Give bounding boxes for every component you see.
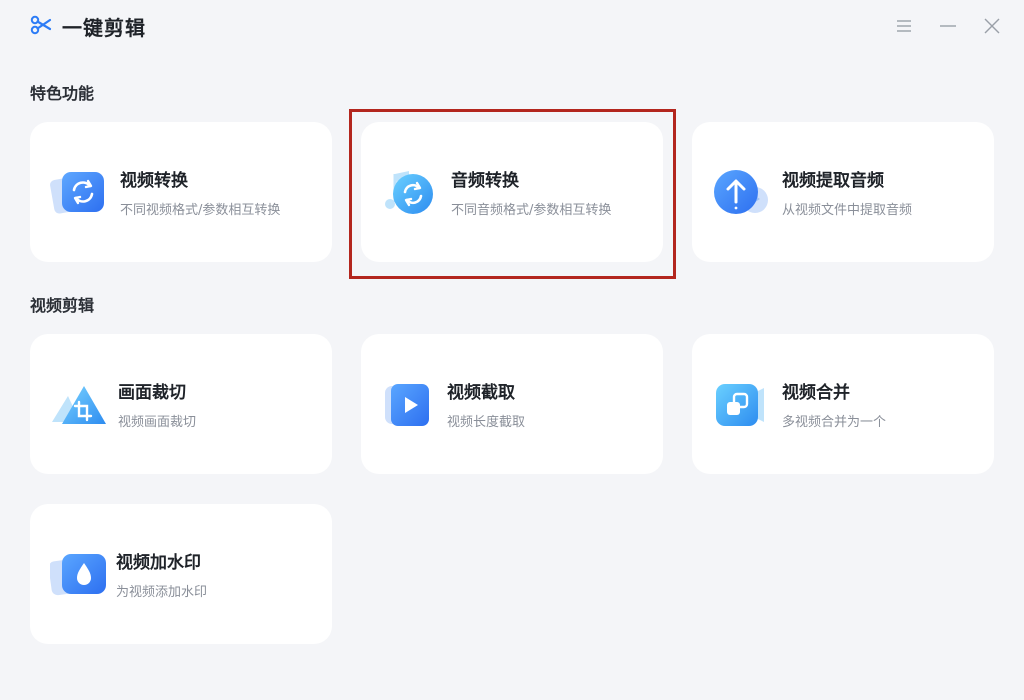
highlight-box [349, 109, 676, 279]
section-title-editing: 视频剪辑 [30, 296, 95, 315]
video-merge-icon [716, 384, 764, 426]
close-button[interactable] [980, 14, 1004, 38]
card-title: 视频转换 [120, 171, 188, 191]
card-watermark[interactable]: 视频加水印 为视频添加水印 [30, 504, 332, 644]
card-extract-audio[interactable]: 视频提取音频 从视频文件中提取音频 [692, 122, 994, 262]
card-crop[interactable]: 画面裁切 视频画面裁切 [30, 334, 332, 474]
card-description: 不同视频格式/参数相互转换 [120, 203, 281, 218]
minimize-icon [940, 25, 956, 27]
card-video-trim[interactable]: 视频截取 视频长度截取 [361, 334, 663, 474]
card-description: 多视频合并为一个 [782, 415, 887, 430]
card-video-convert[interactable]: 视频转换 不同视频格式/参数相互转换 [30, 122, 332, 262]
watermark-icon [50, 554, 106, 596]
extract-audio-icon [714, 170, 768, 214]
menu-button[interactable] [892, 14, 916, 38]
minimize-button[interactable] [936, 14, 960, 38]
card-title: 视频加水印 [116, 553, 201, 573]
card-description: 视频长度截取 [447, 415, 526, 430]
close-icon [984, 18, 1000, 34]
card-description: 从视频文件中提取音频 [782, 203, 913, 218]
video-convert-icon [50, 172, 104, 214]
app-title: 一键剪辑 [62, 16, 146, 40]
section-title-featured: 特色功能 [30, 84, 95, 103]
card-title: 画面裁切 [118, 383, 186, 403]
video-trim-icon [385, 384, 429, 426]
card-title: 视频合并 [782, 383, 850, 403]
card-description: 视频画面裁切 [118, 415, 197, 430]
menu-icon [897, 20, 911, 32]
title-bar: 一键剪辑 [0, 0, 1024, 52]
scissors-icon [30, 15, 52, 35]
card-title: 视频截取 [447, 383, 515, 403]
crop-icon [52, 386, 106, 424]
card-description: 为视频添加水印 [116, 585, 208, 600]
card-video-merge[interactable]: 视频合并 多视频合并为一个 [692, 334, 994, 474]
card-title: 视频提取音频 [782, 171, 884, 191]
